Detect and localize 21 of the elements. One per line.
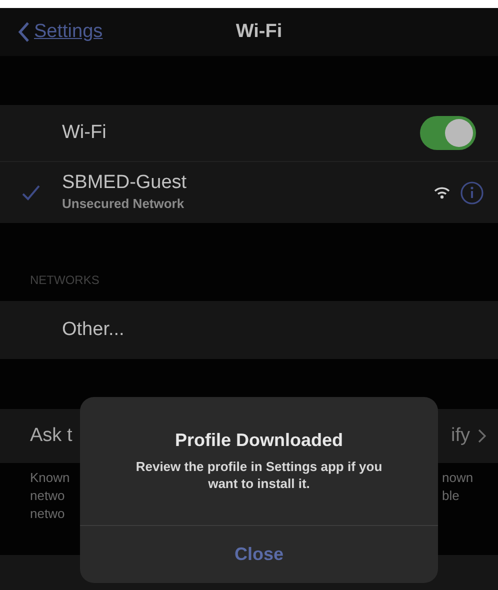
footer-text: Known (30, 469, 70, 487)
wifi-toggle[interactable] (420, 116, 476, 150)
other-row[interactable]: Other... (0, 301, 498, 359)
wifi-signal-icon (434, 186, 450, 199)
back-chevron-icon (18, 21, 30, 43)
wifi-label: Wi-Fi (62, 120, 106, 145)
footer-text: netwo (30, 487, 66, 505)
alert-message: Review the profile in Settings app if you want to install it. (134, 458, 384, 492)
footer-text: nown (442, 469, 474, 487)
section-header: NETWORKS (30, 272, 100, 289)
chevron-right-icon (478, 429, 486, 443)
page-title: Wi-Fi (236, 20, 282, 44)
network-row[interactable]: SBMED-Guest Unsecured Network (0, 161, 498, 223)
alert-title: Profile Downloaded (174, 429, 343, 452)
network-subtitle: Unsecured Network (62, 194, 186, 213)
footer-text: netwo (30, 505, 66, 523)
network-name: SBMED-Guest (62, 172, 188, 194)
other-label: Other... (62, 318, 124, 342)
footer-text: ble (442, 487, 460, 505)
row-label: Ask t (30, 424, 72, 448)
row-value: ify (451, 424, 470, 448)
